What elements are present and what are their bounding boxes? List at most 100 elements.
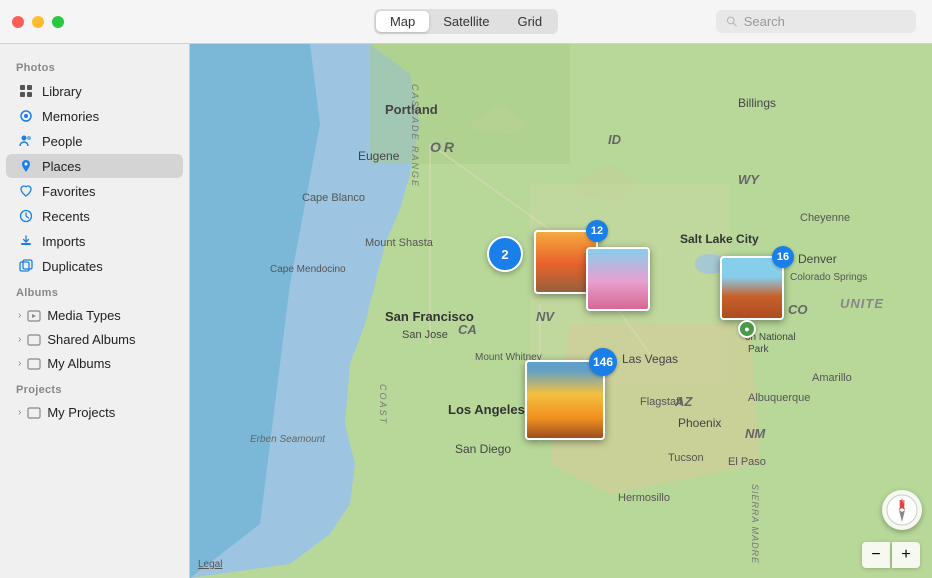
salt-lake-city-label: Salt Lake City xyxy=(680,232,759,246)
imports-icon xyxy=(18,233,34,249)
photo-pin-dress[interactable] xyxy=(586,247,650,311)
coast-label: COAST xyxy=(378,384,388,425)
my-projects-icon xyxy=(27,406,41,420)
my-projects-label: My Projects xyxy=(47,405,115,420)
zoom-in-button[interactable]: + xyxy=(892,542,920,568)
my-albums-icon xyxy=(27,357,41,371)
tucson-label: Tucson xyxy=(668,452,704,464)
co-label: CO xyxy=(788,302,808,317)
sidebar-item-recents[interactable]: Recents xyxy=(6,204,183,228)
memories-label: Memories xyxy=(42,109,99,124)
grid-view-button[interactable]: Grid xyxy=(503,11,556,32)
or-label: OR xyxy=(430,139,457,155)
pin-count-sacramento: 12 xyxy=(586,220,608,242)
traffic-lights xyxy=(12,16,64,28)
id-label: ID xyxy=(608,132,621,147)
photo-thumbnail-canyon xyxy=(720,256,784,320)
close-button[interactable] xyxy=(12,16,24,28)
sidebar-item-favorites[interactable]: Favorites xyxy=(6,179,183,203)
san-jose-label: San Jose xyxy=(402,329,448,341)
minimize-button[interactable] xyxy=(32,16,44,28)
people-icon xyxy=(18,133,34,149)
media-types-icon xyxy=(27,309,41,323)
zoom-controls: − + xyxy=(862,542,920,568)
erben-seamount-label: Erben Seamount xyxy=(250,434,325,445)
park-label: Park xyxy=(748,344,769,355)
albuquerque-label: Albuquerque xyxy=(748,392,810,404)
chevron-right-icon-4: › xyxy=(18,407,21,418)
search-input[interactable] xyxy=(744,14,906,29)
search-icon xyxy=(726,15,738,28)
projects-section-label: Projects xyxy=(0,376,189,400)
grid-icon xyxy=(18,83,34,99)
cluster-pin-reno[interactable]: 2 xyxy=(487,236,523,272)
search-bar[interactable] xyxy=(716,10,916,33)
san-diego-label: San Diego xyxy=(455,442,511,456)
ca-label: CA xyxy=(458,322,477,337)
legal-link[interactable]: Legal xyxy=(198,559,222,570)
united-label: UNITE xyxy=(840,296,884,311)
wy-label: WY xyxy=(738,172,759,187)
sidebar-item-my-albums[interactable]: › My Albums xyxy=(6,352,183,375)
shared-albums-label: Shared Albums xyxy=(47,332,135,347)
el-paso-label: El Paso xyxy=(728,456,766,468)
los-angeles-label: Los Angeles xyxy=(448,402,525,417)
view-switcher: Map Satellite Grid xyxy=(374,9,558,34)
places-icon xyxy=(18,158,34,174)
my-albums-label: My Albums xyxy=(47,356,111,371)
satellite-view-button[interactable]: Satellite xyxy=(429,11,503,32)
people-label: People xyxy=(42,134,82,149)
places-label: Places xyxy=(42,159,81,174)
nv-label: NV xyxy=(536,309,554,324)
chevron-right-icon-3: › xyxy=(18,358,21,369)
mount-shasta-label: Mount Shasta xyxy=(365,237,433,249)
az-label: AZ xyxy=(675,394,692,409)
duplicates-icon xyxy=(18,258,34,274)
sidebar: Photos Library Memories People Places xyxy=(0,44,190,578)
denver-label: Denver xyxy=(798,252,837,266)
sidebar-item-library[interactable]: Library xyxy=(6,79,183,103)
favorites-label: Favorites xyxy=(42,184,95,199)
sidebar-item-memories[interactable]: Memories xyxy=(6,104,183,128)
albums-section-label: Albums xyxy=(0,279,189,303)
colorado-springs-label: Colorado Springs xyxy=(790,272,867,283)
sidebar-item-media-types[interactable]: › Media Types xyxy=(6,304,183,327)
shared-albums-icon xyxy=(27,333,41,347)
pin-count-la: 146 xyxy=(589,348,617,376)
media-types-label: Media Types xyxy=(47,308,120,323)
sidebar-item-duplicates[interactable]: Duplicates xyxy=(6,254,183,278)
imports-label: Imports xyxy=(42,234,85,249)
amarillo-label: Amarillo xyxy=(812,372,852,384)
photo-pin-utah[interactable]: 16 xyxy=(720,256,784,320)
cape-mendocino-label: Cape Mendocino xyxy=(270,264,346,275)
sidebar-item-people[interactable]: People xyxy=(6,129,183,153)
photo-pin-la[interactable]: 146 xyxy=(525,360,605,440)
nm-label: NM xyxy=(745,426,765,441)
pin-count-utah: 16 xyxy=(772,246,794,268)
recents-label: Recents xyxy=(42,209,90,224)
las-vegas-label: Las Vegas xyxy=(622,352,678,366)
sidebar-item-places[interactable]: Places xyxy=(6,154,183,178)
photos-section-label: Photos xyxy=(0,54,189,78)
sidebar-item-my-projects[interactable]: › My Projects xyxy=(6,401,183,424)
cheyenne-label: Cheyenne xyxy=(800,212,850,224)
map-background xyxy=(190,44,932,578)
cape-blanco-label: Cape Blanco xyxy=(302,192,365,204)
compass: N xyxy=(882,490,922,530)
titlebar: Map Satellite Grid xyxy=(0,0,932,44)
library-label: Library xyxy=(42,84,82,99)
map-view-button[interactable]: Map xyxy=(376,11,429,32)
heart-icon xyxy=(18,183,34,199)
sidebar-item-shared-albums[interactable]: › Shared Albums xyxy=(6,328,183,351)
park-marker[interactable]: ● xyxy=(738,320,756,338)
chevron-right-icon: › xyxy=(18,310,21,321)
phoenix-label: Phoenix xyxy=(678,416,721,430)
zoom-out-button[interactable]: − xyxy=(862,542,890,568)
hermosillo-label: Hermosillo xyxy=(618,492,670,504)
svg-text:N: N xyxy=(899,499,905,508)
duplicates-label: Duplicates xyxy=(42,259,103,274)
map-area[interactable]: Portland Eugene Cape Blanco Cape Mendoci… xyxy=(190,44,932,578)
eugene-label: Eugene xyxy=(358,149,399,163)
sidebar-item-imports[interactable]: Imports xyxy=(6,229,183,253)
maximize-button[interactable] xyxy=(52,16,64,28)
